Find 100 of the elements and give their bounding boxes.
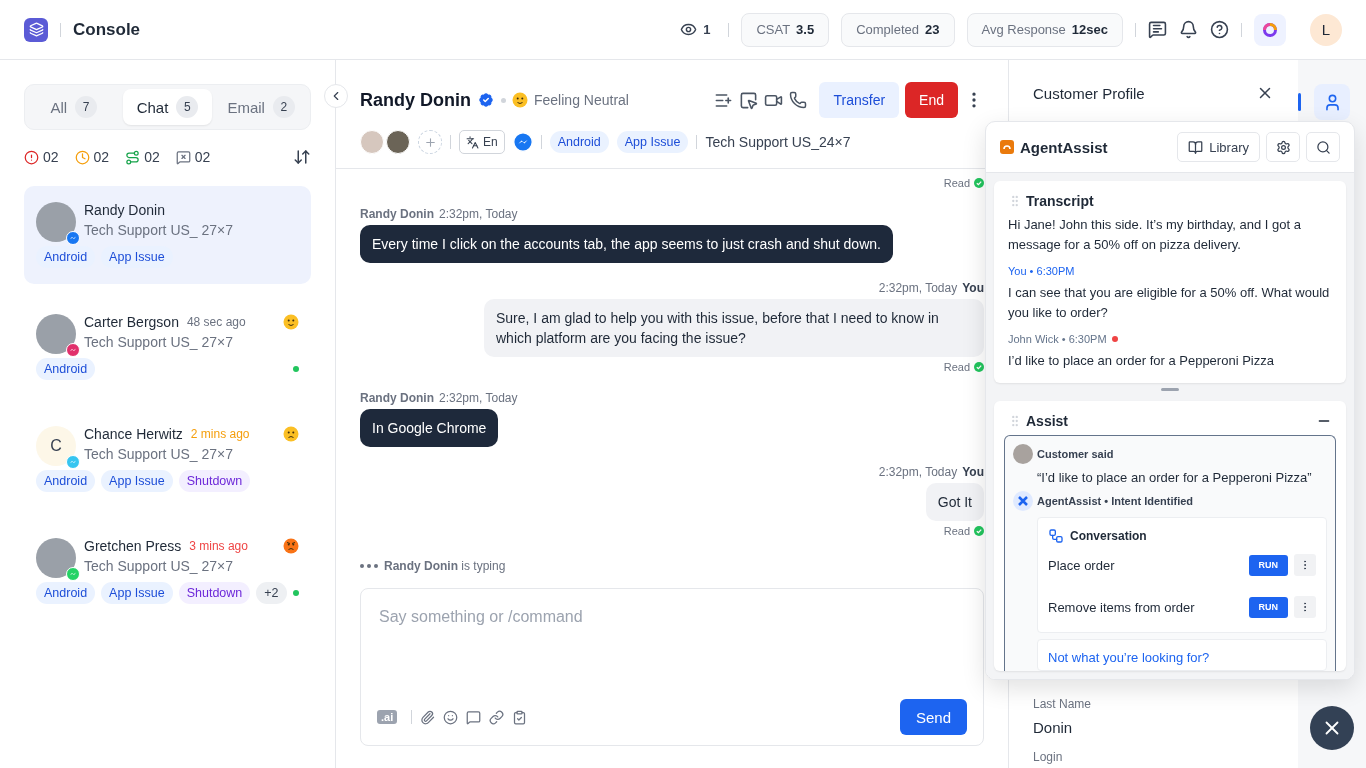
collapse-button[interactable]	[324, 84, 348, 108]
sort-icon[interactable]	[293, 148, 311, 166]
chat-icon[interactable]	[1148, 20, 1167, 39]
help-icon[interactable]	[1210, 20, 1229, 39]
transcript-text: I can see that you are eligible for a 50% off. What would you like to order?	[1008, 284, 1331, 322]
tag: Android	[36, 246, 96, 268]
run-button[interactable]: RUN	[1248, 554, 1288, 576]
field-label: Login	[1033, 750, 1064, 764]
transcript-text: Hi Jane! John this side. It’s my birthday, and I got a message for a 50% off on pizza delivery.	[1008, 216, 1302, 254]
stat-chip: CSAT 3.5	[741, 12, 830, 47]
conversation-item[interactable]: C Chance Herwitz 2 mins ago Tech Support US_ 27×7 Android App Issue Shutdown	[24, 410, 311, 508]
notifications-icon[interactable]	[1179, 20, 1198, 39]
viewer-count-text: 1	[703, 22, 711, 37]
alert-icon[interactable]	[24, 149, 39, 165]
transfer-button[interactable]: Transfer	[819, 82, 900, 118]
contact-name: Gretchen Press	[84, 538, 182, 554]
card-title: Transcript	[1026, 193, 1094, 209]
conversation-item[interactable]: Gretchen Press 3 mins ago Tech Support US_ 27×7 Android App Issue Shutdown +2	[24, 522, 311, 620]
send-button[interactable]: Send	[899, 699, 967, 735]
end-button[interactable]: End	[905, 82, 958, 118]
contact-name: Randy Donin	[84, 202, 165, 218]
speaker-time: You • 6:30PM	[1008, 265, 1075, 277]
read-receipt: Read	[943, 361, 970, 373]
tag: Android	[36, 582, 96, 604]
phone-icon[interactable]	[789, 91, 808, 109]
settings-icon	[1275, 139, 1291, 155]
message-time: 2:32pm, Today	[439, 207, 518, 221]
read-receipt: Read	[943, 177, 970, 189]
link-icon[interactable]	[489, 709, 505, 725]
user-avatar[interactable]: L	[1310, 13, 1342, 46]
tag: Android	[36, 470, 96, 492]
message-time: 2:32pm, Today	[439, 391, 518, 405]
tag: App Issue	[616, 131, 689, 153]
conversation-item[interactable]: Carter Bergson 48 sec ago Tech Support US_ 27×7 Android	[24, 298, 311, 396]
search-button[interactable]	[1306, 132, 1340, 162]
queue-name: Tech Support US_24×7	[705, 134, 851, 150]
message-time: 2:32pm, Today	[878, 465, 958, 479]
speaker-time: John Wick • 6:30PM	[1008, 333, 1107, 345]
emoji-icon[interactable]	[443, 709, 459, 725]
run-button[interactable]: RUN	[1248, 596, 1288, 618]
route-icon[interactable]	[125, 149, 141, 165]
flow-icon	[1048, 528, 1064, 544]
card-title: Assist	[1026, 413, 1069, 429]
tag: App Issue	[101, 470, 173, 492]
canned-reply-icon[interactable]	[466, 709, 482, 725]
queue-name: Tech Support US_ 27×7	[84, 446, 235, 462]
intent-icon	[1013, 491, 1033, 511]
conversation-item[interactable]: Randy Donin Tech Support US_ 27×7 Android App Issue	[24, 186, 311, 284]
avatar-placeholder	[36, 202, 76, 242]
queue-name: Tech Support US_ 27×7	[84, 558, 235, 574]
ring-logo[interactable]	[1254, 13, 1286, 46]
language-button[interactable]: En	[459, 130, 505, 154]
mood-label: Feeling Neutral	[534, 92, 629, 108]
queue-name: Tech Support US_ 27×7	[84, 222, 235, 238]
eye-icon	[680, 21, 698, 38]
profile-button[interactable]	[1314, 84, 1350, 120]
sender-name: Randy Donin	[360, 391, 434, 405]
settings-button[interactable]	[1266, 132, 1300, 162]
sender-name: You	[962, 465, 984, 479]
panel-title: AgentAssist	[1020, 138, 1108, 156]
tag: +2	[256, 582, 287, 604]
search-icon	[1315, 139, 1331, 155]
attach-icon[interactable]	[420, 709, 436, 725]
field-value: Donin	[1033, 719, 1074, 736]
filter-count: 02	[43, 149, 59, 165]
message-time: 2:32pm, Today	[878, 281, 958, 295]
filter-count: 02	[144, 149, 160, 165]
channel-tab[interactable]: Chat 5	[122, 89, 213, 125]
avatar-placeholder	[36, 314, 76, 354]
cursor-icon[interactable]	[739, 90, 759, 110]
library-button[interactable]: Library	[1177, 132, 1260, 162]
translate-icon	[466, 135, 479, 149]
avatar-placeholder	[1013, 444, 1033, 464]
chat-closed-icon[interactable]	[175, 149, 191, 165]
wait-time: 48 sec ago	[186, 315, 246, 329]
plus-icon	[423, 135, 437, 149]
contact-name: Randy Donin	[360, 89, 471, 111]
tag: Shutdown	[178, 470, 251, 492]
add-participant-button[interactable]	[418, 130, 442, 154]
clipboard-icon[interactable]	[512, 709, 528, 725]
filter-count: 02	[194, 149, 211, 165]
contact-name: Carter Bergson	[84, 314, 179, 330]
message-bubble: Every time I click on the accounts tab, the app seems to just crash and shut down.	[360, 225, 893, 263]
channel-tab[interactable]: Email 2	[216, 89, 306, 125]
message-bubble: Sure, I am glad to help you with this issue, before that I need to know in which platform are you facing the issue?	[484, 299, 984, 357]
action-label: Remove items from order	[1048, 599, 1196, 615]
intent-label: AgentAssist • Intent Identified	[1037, 495, 1194, 507]
tag: App Issue	[101, 582, 173, 604]
wait-time: 2 mins ago	[190, 427, 250, 441]
channel-tab[interactable]: All 7	[29, 89, 119, 125]
message-bubble: Got It	[925, 483, 984, 521]
filter-count: 02	[93, 149, 110, 165]
read-receipt: Read	[943, 525, 970, 537]
panel-title: Customer Profile	[1033, 84, 1145, 102]
avatar-placeholder	[360, 130, 384, 154]
avatar-placeholder	[36, 538, 76, 578]
app-logo	[24, 17, 48, 42]
sender-name: Randy Donin	[360, 207, 434, 221]
resize-handle[interactable]	[1161, 388, 1179, 391]
tag: Android	[36, 358, 96, 380]
